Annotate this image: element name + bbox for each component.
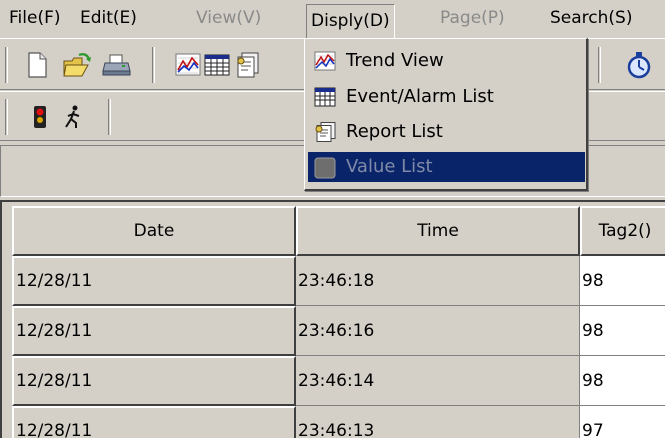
menu-display[interactable]: Disply(D)	[306, 4, 395, 38]
value-list-icon	[314, 157, 336, 179]
running-man-icon[interactable]	[58, 102, 88, 132]
menu-search[interactable]: Search(S)	[550, 8, 632, 34]
new-file-icon[interactable]	[22, 50, 52, 80]
value-list-table: Date Time Tag2() 12/28/11 23:46:18 98 12…	[0, 200, 665, 438]
alarm-light-icon[interactable]	[25, 102, 55, 132]
trend-view-icon[interactable]	[173, 50, 203, 80]
table-row-tag[interactable]: 97	[580, 406, 665, 438]
column-header-date[interactable]: Date	[12, 206, 296, 256]
table-row-time[interactable]: 23:46:16	[296, 306, 580, 356]
menu-item-label: Value List	[346, 156, 433, 177]
display-menu-dropdown: Trend View Event/Alarm List Report List …	[304, 38, 588, 191]
menu-item-trend-view[interactable]: Trend View	[308, 46, 585, 76]
table-row-date[interactable]: 12/28/11	[12, 356, 296, 406]
report-list-icon[interactable]	[232, 50, 262, 80]
toolbar-separator	[598, 47, 601, 83]
menu-file[interactable]: File(F)	[9, 8, 61, 34]
menu-item-label: Event/Alarm List	[346, 86, 494, 107]
table-row-tag[interactable]: 98	[580, 356, 665, 406]
menu-page[interactable]: Page(P)	[440, 8, 505, 34]
menu-view[interactable]: View(V)	[196, 8, 261, 34]
menu-edit[interactable]: Edit(E)	[80, 8, 137, 34]
menu-item-value-list[interactable]: Value List	[308, 152, 585, 182]
print-icon[interactable]	[102, 50, 132, 80]
menu-item-label: Trend View	[346, 50, 444, 71]
column-header-time[interactable]: Time	[296, 206, 580, 256]
event-list-icon	[314, 87, 336, 107]
toolbar-separator	[108, 99, 111, 135]
menu-item-event-alarm-list[interactable]: Event/Alarm List	[308, 82, 585, 112]
toolbar-separator	[152, 47, 155, 83]
table-row-date[interactable]: 12/28/11	[12, 256, 296, 306]
table-row-time[interactable]: 23:46:14	[296, 356, 580, 406]
open-folder-icon[interactable]	[62, 50, 92, 80]
table-row-tag[interactable]: 98	[580, 256, 665, 306]
menu-item-label: Report List	[346, 121, 443, 142]
column-header-tag[interactable]: Tag2()	[580, 206, 665, 256]
event-list-icon[interactable]	[202, 50, 232, 80]
table-row-time[interactable]: 23:46:18	[296, 256, 580, 306]
table-row-date[interactable]: 12/28/11	[12, 406, 296, 438]
menu-bar: File(F) Edit(E) View(V) Disply(D) Page(P…	[0, 0, 665, 38]
table-row-date[interactable]: 12/28/11	[12, 306, 296, 356]
stopwatch-icon[interactable]	[624, 50, 654, 80]
report-list-icon	[314, 122, 336, 142]
toolbar-grip[interactable]	[5, 47, 8, 83]
table-row-time[interactable]: 23:46:13	[296, 406, 580, 438]
menu-item-report-list[interactable]: Report List	[308, 117, 585, 147]
table-row-tag[interactable]: 98	[580, 306, 665, 356]
toolbar-grip[interactable]	[5, 99, 8, 135]
trend-view-icon	[314, 51, 336, 71]
